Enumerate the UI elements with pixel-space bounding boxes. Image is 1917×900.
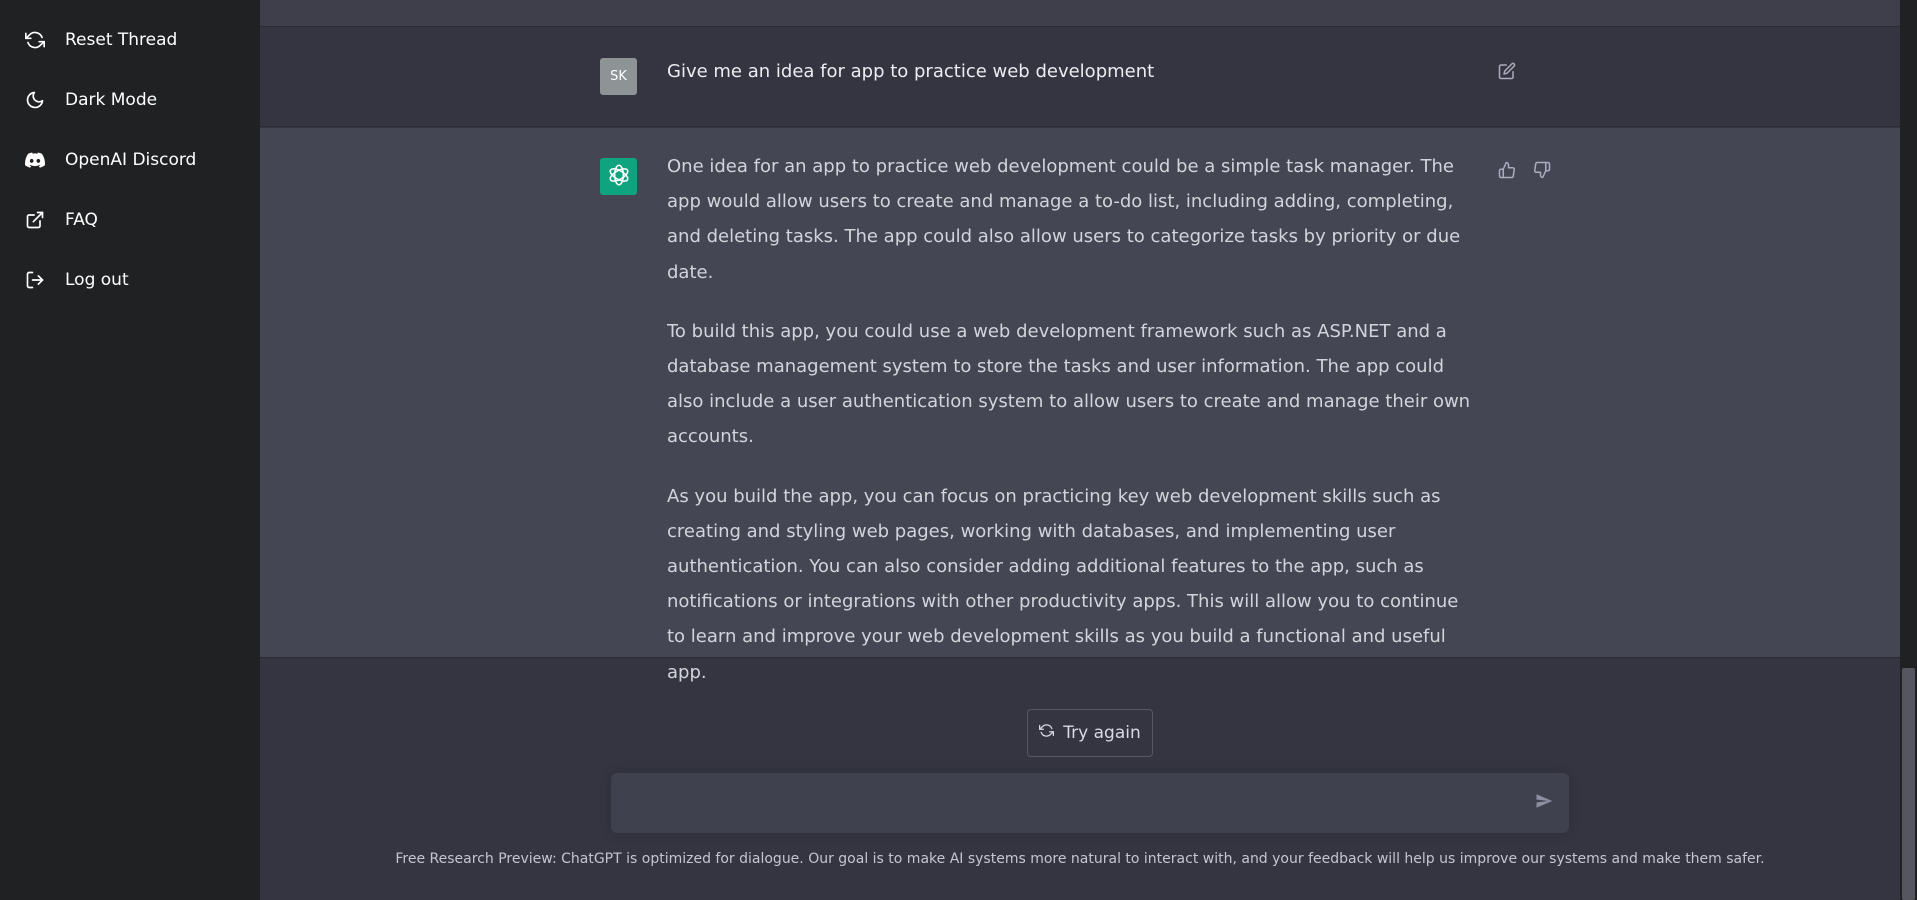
user-message-text: Give me an idea for app to practice web …: [667, 61, 1155, 82]
sidebar-item-label: FAQ: [65, 210, 98, 230]
refresh-icon: [25, 30, 45, 50]
sidebar-item-label: Dark Mode: [65, 90, 158, 110]
refresh-icon: [1039, 723, 1055, 743]
footer-disclaimer: Free Research Preview: ChatGPT is optimi…: [395, 851, 1765, 867]
user-avatar: SK: [600, 58, 637, 95]
sidebar-item-label: OpenAI Discord: [65, 150, 197, 170]
assistant-paragraph: One idea for an app to practice web deve…: [667, 156, 1461, 283]
assistant-paragraph: As you build the app, you can focus on p…: [667, 485, 1459, 683]
edit-icon: [1498, 62, 1516, 84]
try-again-label: Try again: [1063, 723, 1141, 743]
assistant-message-row: One idea for an app to practice web deve…: [260, 128, 1900, 683]
sidebar-item-label: Reset Thread: [65, 30, 178, 50]
sidebar-item-log-out[interactable]: Log out: [0, 256, 260, 304]
sidebar: Reset Thread Dark Mode OpenAI Discord FA…: [0, 0, 260, 900]
previous-message-edge: [260, 0, 1900, 27]
send-icon: [1535, 792, 1553, 814]
message-input[interactable]: [627, 789, 1507, 817]
user-message-row: SK Give me an idea for app to practice w…: [260, 27, 1900, 127]
external-link-icon: [25, 210, 45, 230]
discord-icon: [25, 150, 45, 170]
sidebar-item-label: Log out: [65, 270, 129, 290]
thumbs-up-button[interactable]: [1495, 160, 1519, 184]
logout-icon: [25, 270, 45, 290]
edit-message-button[interactable]: [1495, 61, 1519, 85]
message-composer: [611, 773, 1569, 833]
thumbs-up-icon: [1498, 161, 1516, 183]
assistant-message-text: One idea for an app to practice web deve…: [667, 149, 1477, 714]
thumbs-down-icon: [1533, 161, 1551, 183]
assistant-paragraph: To build this app, you could use a web d…: [667, 320, 1471, 448]
try-again-button[interactable]: Try again: [1027, 709, 1153, 757]
scrollbar-thumb[interactable]: [1902, 668, 1915, 900]
assistant-avatar: [600, 158, 637, 195]
user-avatar-initials: SK: [610, 69, 627, 84]
sidebar-item-dark-mode[interactable]: Dark Mode: [0, 76, 260, 124]
moon-icon: [25, 90, 45, 110]
sidebar-item-reset-thread[interactable]: Reset Thread: [0, 16, 260, 64]
chat-main: SK Give me an idea for app to practice w…: [260, 0, 1900, 900]
sidebar-item-openai-discord[interactable]: OpenAI Discord: [0, 136, 260, 184]
send-button[interactable]: [1532, 791, 1556, 815]
sidebar-item-faq[interactable]: FAQ: [0, 196, 260, 244]
openai-logo-icon: [606, 162, 632, 192]
thumbs-down-button[interactable]: [1530, 160, 1554, 184]
